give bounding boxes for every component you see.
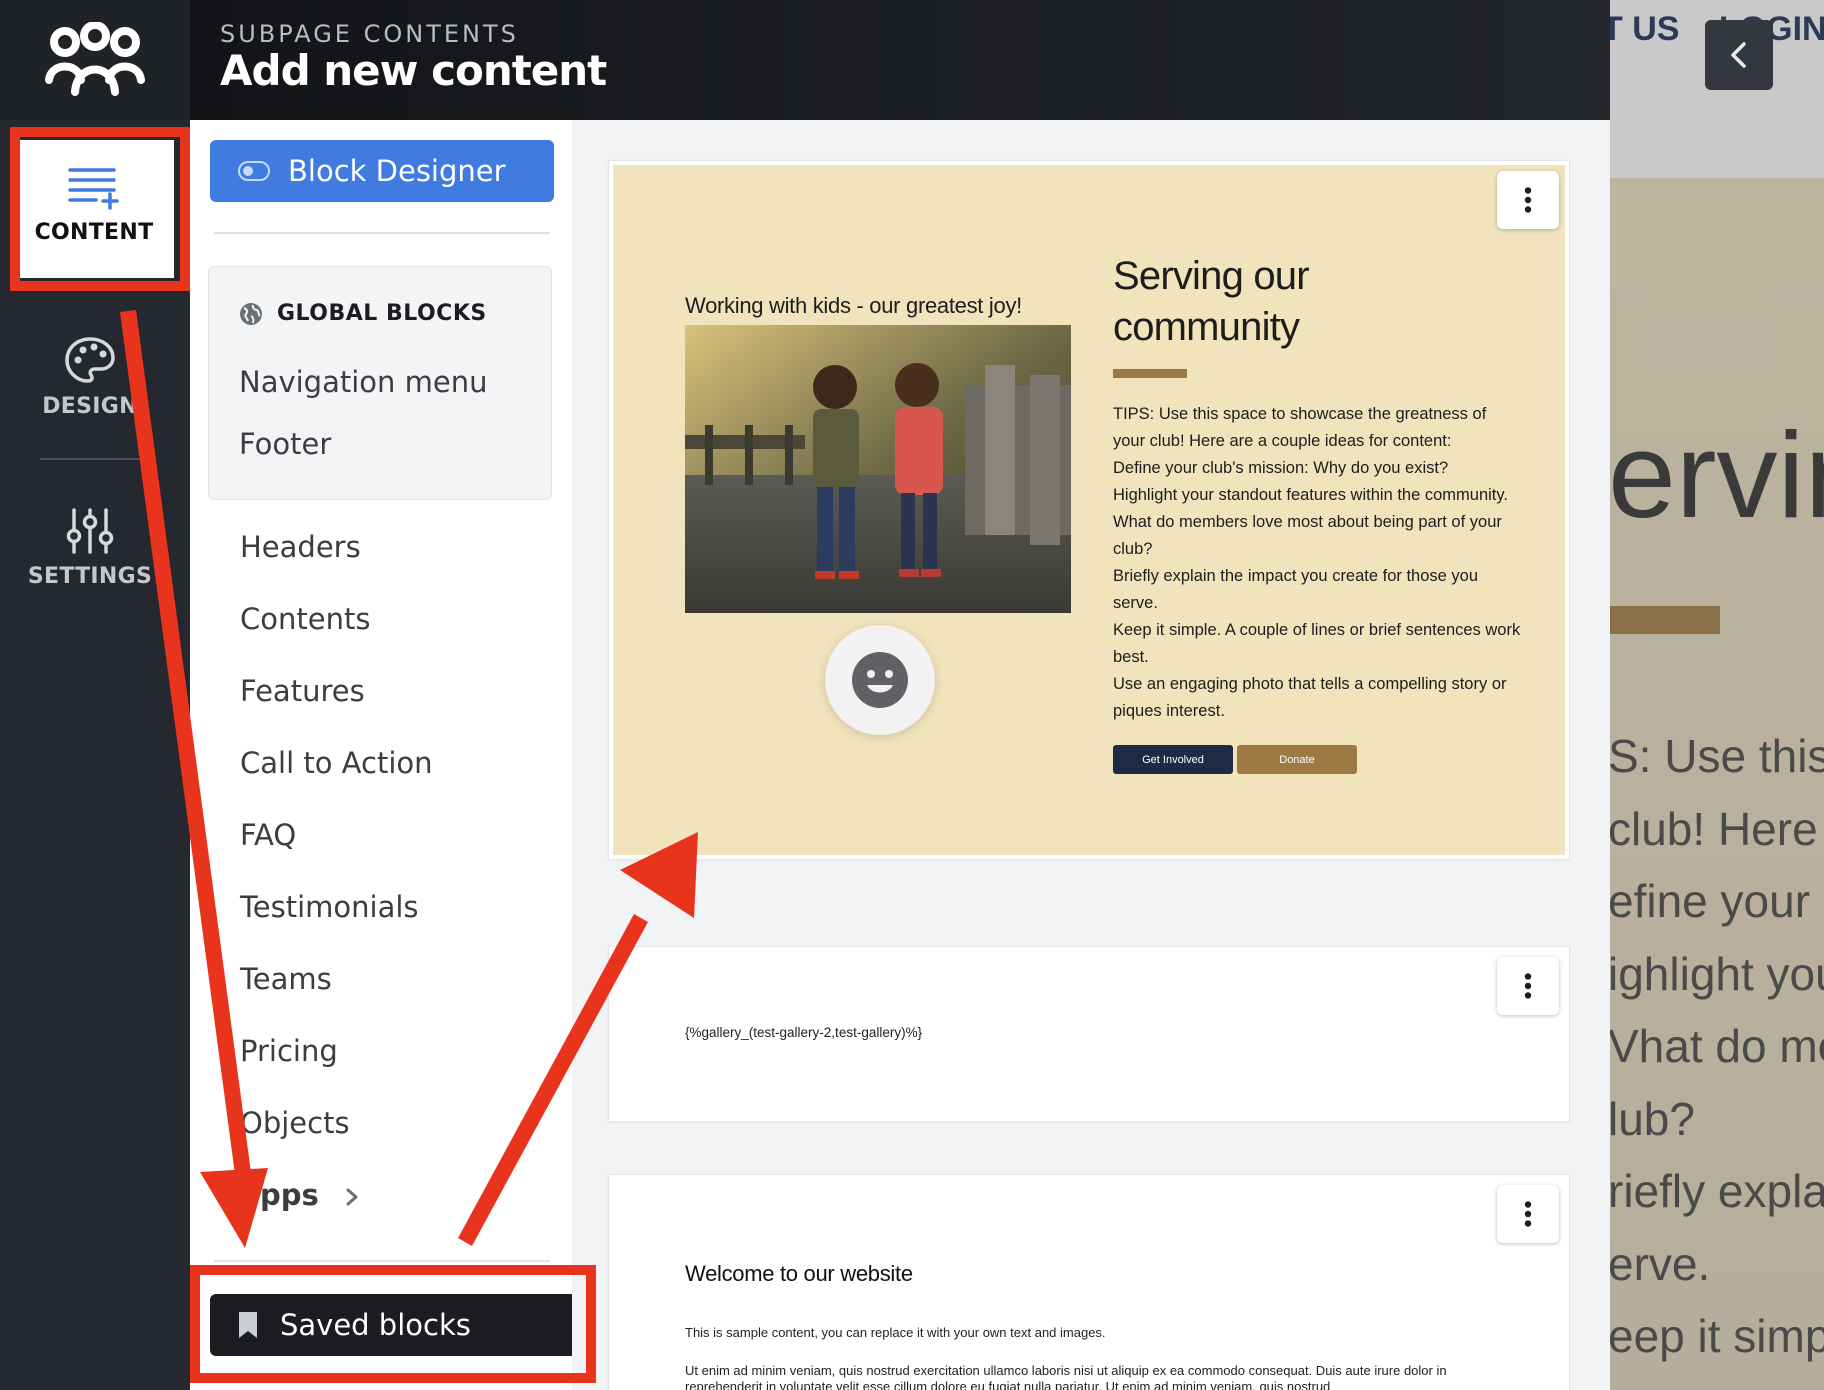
body-line: Highlight your standout features within … xyxy=(1113,486,1508,504)
background-hero-text: S: Use this s club! Here efine your ighl… xyxy=(1608,720,1824,1373)
smiley-icon xyxy=(852,652,908,708)
content-canvas: Working with kids - our greatest joy! Se… xyxy=(572,120,1610,1390)
content-block[interactable]: {%gallery_(test-gallery-2,test-gallery)%… xyxy=(608,946,1570,1122)
more-vertical-icon xyxy=(1524,187,1532,213)
category-headers[interactable]: Headers xyxy=(240,530,361,564)
toggle-icon xyxy=(238,161,270,181)
category-contents[interactable]: Contents xyxy=(240,602,370,636)
avatar[interactable] xyxy=(825,625,935,735)
get-involved-button[interactable]: Get Involved xyxy=(1113,745,1233,774)
background-hero-title: erving xyxy=(1608,407,1824,543)
body-line: Use an engaging photo that tells a compe… xyxy=(1113,675,1507,693)
donate-button[interactable]: Donate xyxy=(1237,745,1357,774)
block-body-text: TIPS: Use this space to showcase the gre… xyxy=(1113,401,1533,725)
background-line: erve. xyxy=(1608,1237,1711,1290)
background-line: riefly explai xyxy=(1608,1165,1824,1217)
global-item-footer[interactable]: Footer xyxy=(239,427,331,461)
logo[interactable] xyxy=(0,0,190,120)
annotation-highlight-saved-blocks xyxy=(190,1265,596,1383)
block-designer-label: Block Designer xyxy=(288,154,506,188)
body-line: What do members love most about being pa… xyxy=(1113,513,1502,531)
body-line: club? xyxy=(1113,540,1153,558)
block-caption: Working with kids - our greatest joy! xyxy=(685,293,1022,318)
editor-header: SUBPAGE CONTENTS Add new content xyxy=(190,0,1773,120)
global-blocks-section: GLOBAL BLOCKS Navigation menu Footer xyxy=(208,266,552,500)
page-title: Add new content xyxy=(220,46,607,95)
divider xyxy=(214,1260,550,1262)
welcome-title: Welcome to our website xyxy=(685,1261,913,1286)
category-features[interactable]: Features xyxy=(240,674,365,708)
welcome-paragraph: Ut enim ad minim veniam, quis nostrud ex… xyxy=(685,1363,1447,1390)
block-title: Serving our community xyxy=(1113,251,1473,353)
block-menu-button[interactable] xyxy=(1497,171,1559,229)
body-line: Briefly explain the impact you create fo… xyxy=(1113,567,1479,585)
background-line: lub? xyxy=(1608,1092,1695,1145)
blocks-panel: Block Designer GLOBAL BLOCKS Navigation … xyxy=(190,120,580,1390)
category-pricing[interactable]: Pricing xyxy=(240,1034,338,1068)
palette-icon xyxy=(65,337,115,383)
global-item-navigation-menu[interactable]: Navigation menu xyxy=(239,365,487,399)
kids-photo xyxy=(685,325,1071,613)
global-blocks-label: GLOBAL BLOCKS xyxy=(277,301,487,326)
welcome-paragraph: This is sample content, you can replace … xyxy=(685,1325,1106,1340)
content-block[interactable]: Welcome to our website This is sample co… xyxy=(608,1174,1570,1390)
apps-label: pps xyxy=(260,1178,319,1212)
background-accent-bar xyxy=(1600,606,1720,634)
background-nav-item[interactable]: T US xyxy=(1602,10,1679,48)
more-vertical-icon xyxy=(1524,973,1532,999)
block-title-line: Serving our xyxy=(1113,254,1310,298)
rail-settings-label: SETTINGS xyxy=(27,564,153,589)
content-block[interactable]: Working with kids - our greatest joy! Se… xyxy=(608,160,1570,860)
body-line: piques interest. xyxy=(1113,702,1225,720)
background-line: club! Here xyxy=(1608,802,1818,855)
block-menu-button[interactable] xyxy=(1497,1185,1559,1243)
body-line: your club! Here are a couple ideas for c… xyxy=(1113,432,1452,450)
body-line: serve. xyxy=(1113,594,1158,612)
chevron-left-icon xyxy=(1731,42,1746,68)
body-line: Keep it simple. A couple of lines or bri… xyxy=(1113,621,1521,639)
category-apps[interactable]: pps xyxy=(260,1178,359,1212)
category-objects[interactable]: Objects xyxy=(240,1106,350,1140)
background-line: efine your xyxy=(1608,875,1811,927)
divider xyxy=(214,232,550,234)
header-subtitle: SUBPAGE CONTENTS xyxy=(220,20,519,48)
rail-design-tab[interactable]: DESIGN xyxy=(0,336,180,419)
body-line: Define your club's mission: Why do you e… xyxy=(1113,459,1449,477)
chevron-right-icon xyxy=(346,1188,358,1206)
people-logo-icon xyxy=(45,22,145,96)
block-menu-button[interactable] xyxy=(1497,957,1559,1015)
body-line: best. xyxy=(1113,648,1149,666)
gallery-shortcode: {%gallery_(test-gallery-2,test-gallery)%… xyxy=(685,1025,923,1040)
background-line: ighlight you xyxy=(1608,947,1824,1000)
sliders-icon xyxy=(66,508,114,554)
collapse-button[interactable] xyxy=(1705,20,1773,90)
background-line: Vhat do men xyxy=(1608,1020,1824,1072)
title-accent-bar xyxy=(1113,369,1187,378)
rail-design-label: DESIGN xyxy=(42,394,138,419)
category-testimonials[interactable]: Testimonials xyxy=(240,890,419,924)
block-designer-button[interactable]: Block Designer xyxy=(210,140,554,202)
block-background: Working with kids - our greatest joy! Se… xyxy=(613,165,1565,855)
global-blocks-heading: GLOBAL BLOCKS xyxy=(239,301,487,326)
globe-icon xyxy=(240,302,262,325)
background-line: eep it simpl xyxy=(1608,1310,1824,1362)
category-faq[interactable]: FAQ xyxy=(240,818,296,852)
category-call-to-action[interactable]: Call to Action xyxy=(240,746,433,780)
body-line: TIPS: Use this space to showcase the gre… xyxy=(1113,405,1487,423)
more-vertical-icon xyxy=(1524,1201,1532,1227)
annotation-highlight-content xyxy=(10,127,190,291)
rail-settings-tab[interactable]: SETTINGS xyxy=(0,508,180,589)
rail-divider xyxy=(40,458,140,460)
background-line: S: Use this s xyxy=(1608,730,1824,782)
block-title-line: community xyxy=(1113,305,1300,349)
category-teams[interactable]: Teams xyxy=(240,962,332,996)
